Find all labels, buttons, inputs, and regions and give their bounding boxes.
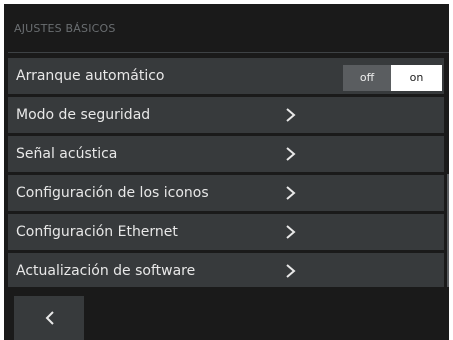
- row-label: Arranque automático: [16, 68, 165, 84]
- row-actualizacion-software[interactable]: Actualización de software: [8, 253, 444, 287]
- header-divider: [8, 52, 449, 53]
- row-modo-de-seguridad[interactable]: Modo de seguridad: [8, 97, 444, 133]
- chevron-right-icon: [284, 185, 298, 201]
- chevron-right-icon: [284, 263, 298, 279]
- list-scrollbar[interactable]: [447, 174, 449, 287]
- chevron-left-icon: [44, 310, 56, 326]
- chevron-right-icon: [284, 107, 298, 123]
- settings-screen: AJUSTES BÁSICOS Arranque automático off …: [4, 4, 449, 340]
- row-label: Configuración de los iconos: [16, 185, 209, 201]
- toggle-on-option[interactable]: on: [391, 65, 442, 91]
- chevron-right-icon: [284, 224, 298, 240]
- row-label: Modo de seguridad: [16, 107, 151, 123]
- row-label: Configuración Ethernet: [16, 224, 178, 240]
- section-title: AJUSTES BÁSICOS: [14, 22, 116, 35]
- settings-list: Arranque automático off on Modo de segur…: [8, 58, 444, 287]
- toggle-off-option[interactable]: off: [343, 65, 391, 91]
- row-label: Señal acústica: [16, 146, 118, 162]
- row-senal-acustica[interactable]: Señal acústica: [8, 136, 444, 172]
- chevron-right-icon: [284, 146, 298, 162]
- row-configuracion-ethernet[interactable]: Configuración Ethernet: [8, 214, 444, 250]
- row-configuracion-iconos[interactable]: Configuración de los iconos: [8, 175, 444, 211]
- row-label: Actualización de software: [16, 263, 196, 279]
- row-arranque-automatico: Arranque automático off on: [8, 58, 444, 94]
- back-button[interactable]: [14, 296, 84, 340]
- auto-start-toggle[interactable]: off on: [343, 65, 442, 91]
